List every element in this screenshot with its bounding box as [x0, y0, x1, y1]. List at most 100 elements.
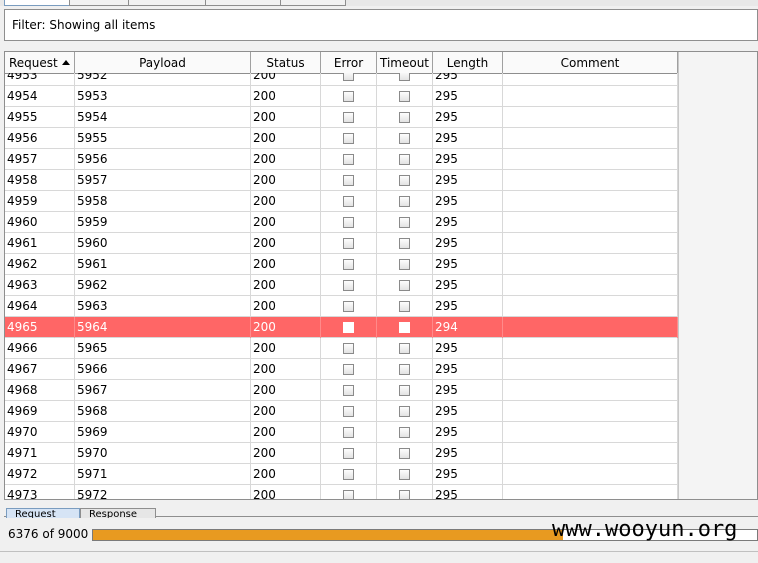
cell-error — [321, 443, 377, 464]
cell-status: 200 — [251, 107, 321, 128]
cell-payload: 5967 — [75, 380, 251, 401]
table-row[interactable]: 4958 5957 200 295 — [5, 170, 678, 191]
cell-comment — [503, 275, 678, 296]
timeout-checkbox — [399, 133, 410, 144]
cell-payload: 5969 — [75, 422, 251, 443]
tab-options[interactable] — [280, 0, 346, 6]
timeout-checkbox — [399, 364, 410, 375]
table-row[interactable]: 4957 5956 200 295 — [5, 149, 678, 170]
cell-timeout — [377, 296, 433, 317]
cell-payload: 5970 — [75, 443, 251, 464]
table-row[interactable]: 4971 5970 200 295 — [5, 443, 678, 464]
cell-error — [321, 359, 377, 380]
cell-status: 200 — [251, 296, 321, 317]
column-header-length[interactable]: Length — [433, 52, 503, 73]
timeout-checkbox — [399, 427, 410, 438]
cell-error — [321, 149, 377, 170]
column-header-payload[interactable]: Payload — [75, 52, 251, 73]
cell-timeout — [377, 317, 433, 338]
cell-request: 4964 — [5, 296, 75, 317]
cell-timeout — [377, 464, 433, 485]
table-row[interactable]: 4962 5961 200 295 — [5, 254, 678, 275]
error-checkbox — [343, 427, 354, 438]
cell-status: 200 — [251, 128, 321, 149]
cell-length: 295 — [433, 107, 503, 128]
cell-request: 4968 — [5, 380, 75, 401]
timeout-checkbox — [399, 448, 410, 459]
error-checkbox — [343, 406, 354, 417]
cell-request: 4970 — [5, 422, 75, 443]
column-header-request[interactable]: Request — [5, 52, 75, 73]
table-row-highlighted[interactable]: 4965 5964 200 294 — [5, 317, 678, 338]
cell-length: 295 — [433, 73, 503, 86]
table-row[interactable]: 4963 5962 200 295 — [5, 275, 678, 296]
tab-request[interactable]: Request — [6, 508, 80, 518]
timeout-checkbox — [399, 343, 410, 354]
error-checkbox — [343, 238, 354, 249]
table-row[interactable]: 4959 5958 200 295 — [5, 191, 678, 212]
column-header-error[interactable]: Error — [321, 52, 377, 73]
cell-status: 200 — [251, 86, 321, 107]
cell-request: 4956 — [5, 128, 75, 149]
table-row[interactable]: 4968 5967 200 295 — [5, 380, 678, 401]
cell-error — [321, 128, 377, 149]
tab-positions[interactable] — [128, 0, 206, 6]
error-checkbox — [343, 448, 354, 459]
table-row[interactable]: 4972 5971 200 295 — [5, 464, 678, 485]
cell-length: 295 — [433, 86, 503, 107]
cell-error — [321, 380, 377, 401]
table-row[interactable]: 4973 5972 200 295 — [5, 485, 678, 499]
cell-request: 4954 — [5, 86, 75, 107]
cell-length: 295 — [433, 380, 503, 401]
table-row[interactable]: 4954 5953 200 295 — [5, 86, 678, 107]
table-row[interactable]: 4956 5955 200 295 — [5, 128, 678, 149]
cell-error — [321, 296, 377, 317]
table-row[interactable]: 4970 5969 200 295 — [5, 422, 678, 443]
cell-error — [321, 86, 377, 107]
cell-length: 295 — [433, 128, 503, 149]
column-header-request-label: Request — [9, 56, 58, 70]
table-row[interactable]: 4966 5965 200 295 — [5, 338, 678, 359]
timeout-checkbox — [399, 406, 410, 417]
column-header-timeout[interactable]: Timeout — [377, 52, 433, 73]
tab-response[interactable]: Response — [80, 508, 156, 518]
column-header-comment[interactable]: Comment — [503, 52, 678, 73]
cell-length: 295 — [433, 191, 503, 212]
error-checkbox — [343, 385, 354, 396]
column-header-status[interactable]: Status — [251, 52, 321, 73]
cell-error — [321, 254, 377, 275]
tab-results[interactable] — [4, 0, 70, 6]
filter-bar[interactable]: Filter: Showing all items — [4, 9, 758, 41]
cell-request: 4961 — [5, 233, 75, 254]
cell-error — [321, 338, 377, 359]
table-row[interactable]: 4969 5968 200 295 — [5, 401, 678, 422]
tab-target[interactable] — [69, 0, 129, 6]
cell-status: 200 — [251, 191, 321, 212]
cell-error — [321, 401, 377, 422]
cell-comment — [503, 73, 678, 86]
cell-status: 200 — [251, 380, 321, 401]
table-row[interactable]: 4953 5952 200 295 — [5, 73, 678, 86]
cell-length: 295 — [433, 296, 503, 317]
cell-length: 295 — [433, 422, 503, 443]
table-empty-area — [678, 52, 757, 499]
cell-status: 200 — [251, 464, 321, 485]
error-checkbox — [343, 469, 354, 480]
cell-timeout — [377, 485, 433, 499]
table-body[interactable]: 4953 5952 200 295 4954 5953 200 295 4955 5954 200 2… — [5, 73, 678, 499]
table-row[interactable]: 4960 5959 200 295 — [5, 212, 678, 233]
error-checkbox — [343, 217, 354, 228]
cell-timeout — [377, 401, 433, 422]
cell-payload: 5966 — [75, 359, 251, 380]
cell-length: 295 — [433, 338, 503, 359]
cell-payload: 5958 — [75, 191, 251, 212]
cell-payload: 5959 — [75, 212, 251, 233]
table-row[interactable]: 4964 5963 200 295 — [5, 296, 678, 317]
table-row[interactable]: 4961 5960 200 295 — [5, 233, 678, 254]
table-row[interactable]: 4967 5966 200 295 — [5, 359, 678, 380]
timeout-checkbox — [399, 301, 410, 312]
table-row[interactable]: 4955 5954 200 295 — [5, 107, 678, 128]
error-checkbox — [343, 154, 354, 165]
tab-payloads[interactable] — [205, 0, 281, 6]
cell-request: 4967 — [5, 359, 75, 380]
